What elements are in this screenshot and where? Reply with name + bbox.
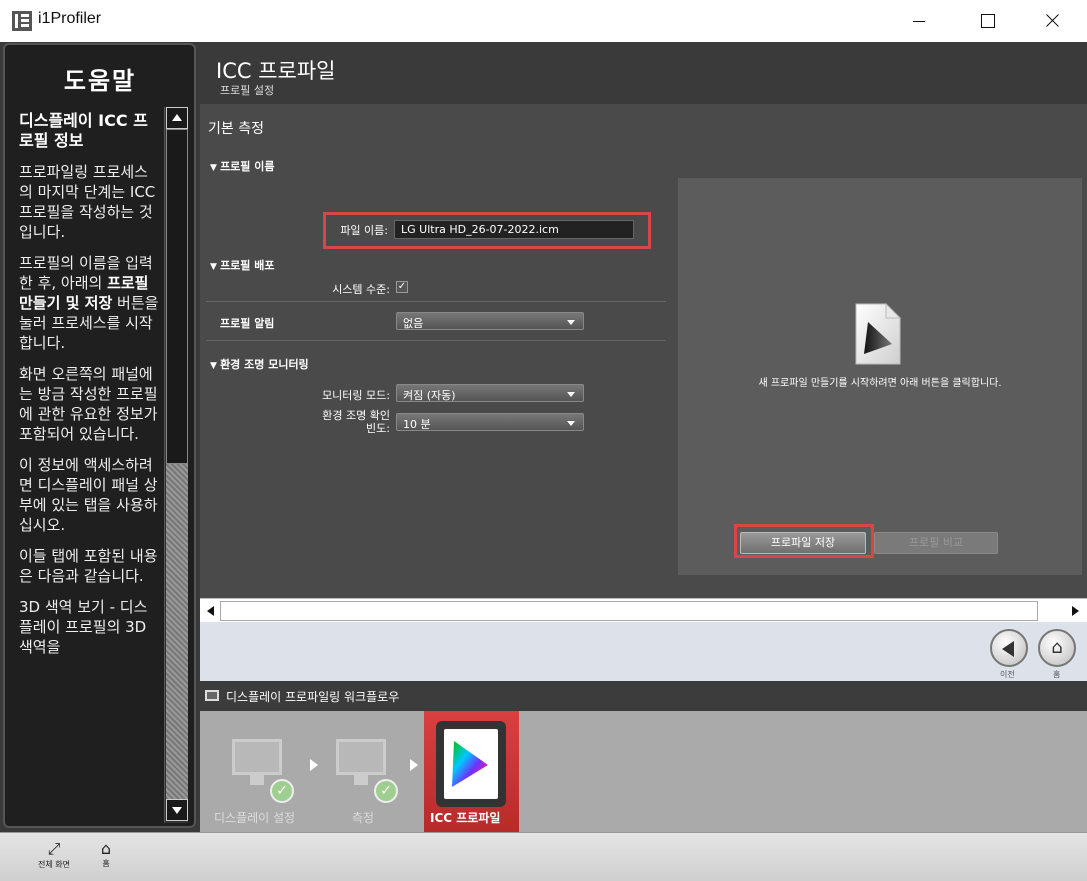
- system-level-label: 시스템 수준:: [332, 283, 390, 296]
- main-frame: 도움말 디스플레이 ICC 프로필 정보 프로파일링 프로세스의 마지막 단계는…: [0, 42, 1087, 832]
- profile-reminder-label: 프로필 알림: [220, 317, 275, 330]
- scroll-down-icon[interactable]: [166, 799, 188, 821]
- help-heading: 디스플레이 ICC 프로필 정보: [19, 111, 148, 150]
- step-label-active: ICC 프로파일: [430, 811, 501, 825]
- divider: [206, 340, 666, 341]
- home-label: 홈: [1053, 670, 1061, 679]
- home-toolbar-button[interactable]: ⌂ 홈: [86, 839, 126, 869]
- monitor-icon: [205, 690, 219, 701]
- previous-button[interactable]: [990, 629, 1028, 667]
- section-title: 기본 측정: [208, 121, 264, 137]
- check-icon: ✓: [270, 779, 294, 803]
- profile-reminder-dropdown[interactable]: 없음: [396, 312, 584, 330]
- previous-label: 이전: [1000, 670, 1015, 679]
- compare-profile-button[interactable]: 프로필 비교: [874, 532, 998, 554]
- scroll-right-icon[interactable]: [1066, 601, 1084, 621]
- settings-content: 기본 측정 프로필 이름 파일 이름: LG Ultra HD_26-07-20…: [200, 104, 1087, 598]
- home-icon: ⌂: [1051, 637, 1063, 658]
- check-icon: ✓: [374, 779, 398, 803]
- maximize-icon[interactable]: [964, 0, 1010, 42]
- monitor-mode-dropdown[interactable]: 켜짐 (자동): [396, 384, 584, 402]
- minimize-icon[interactable]: [896, 0, 942, 42]
- close-icon[interactable]: [1030, 0, 1076, 42]
- document-icon: [855, 302, 902, 365]
- file-name-input[interactable]: LG Ultra HD_26-07-2022.icm: [394, 220, 634, 239]
- workflow-header: 디스플레이 프로파일링 워크플로우: [200, 681, 1087, 711]
- icc-document-icon: [436, 721, 506, 807]
- step-label: 측정: [352, 811, 375, 825]
- fullscreen-icon: ⤢: [47, 839, 61, 858]
- help-paragraph: 프로파일링 프로세스의 마지막 단계는 ICC 프로필을 작성하는 것입니다.: [19, 163, 156, 241]
- profile-preview-panel: 새 프로파일 만들기를 시작하려면 아래 버튼을 클릭합니다. 프로파일 저장 …: [678, 178, 1082, 575]
- workflow-title: 디스플레이 프로파일링 워크플로우: [226, 690, 400, 704]
- title-bar: i1Profiler: [0, 0, 1087, 42]
- step-arrow-icon: [410, 759, 418, 771]
- help-paragraph: 이 정보에 액세스하려면 디스플레이 패널 상부에 있는 탭을 사용하십시오.: [19, 456, 158, 534]
- help-paragraph: 3D 색역 보기 - 디스플레이 프로필의 3D 색역을: [19, 598, 148, 656]
- scroll-up-icon[interactable]: [166, 107, 188, 129]
- help-scrollbar[interactable]: [164, 107, 188, 823]
- help-paragraph: 프로필의 이름을 입력한 후, 아래의 프로필 만들기 및 저장 버튼을 눌러 …: [19, 254, 159, 352]
- fullscreen-button[interactable]: ⤢ 전체 화면: [34, 839, 74, 870]
- step-measure[interactable]: ✓: [328, 735, 408, 805]
- preview-message: 새 프로파일 만들기를 시작하려면 아래 버튼을 클릭합니다.: [758, 378, 1002, 389]
- monitor-mode-label: 모니터링 모드:: [322, 389, 390, 402]
- step-label: 디스플레이 설정: [214, 811, 296, 825]
- scroll-thumb[interactable]: [220, 601, 1038, 621]
- home-icon: ⌂: [100, 839, 112, 858]
- help-text: 디스플레이 ICC 프로필 정보 프로파일링 프로세스의 마지막 단계는 ICC…: [19, 111, 161, 668]
- help-paragraph: 이들 탭에 포함된 내용은 다음과 같습니다.: [19, 547, 158, 585]
- bottom-toolbar: ⤢ 전체 화면 ⌂ 홈: [0, 832, 1087, 881]
- step-arrow-icon: [310, 759, 318, 771]
- save-profile-button[interactable]: 프로파일 저장: [740, 532, 866, 554]
- file-name-label: 파일 이름:: [340, 224, 388, 237]
- workflow-strip: ✓ ✓ 디스플레이 설정 측정 ICC 프로파일: [200, 711, 1087, 832]
- app-logo-icon: [12, 11, 32, 31]
- home-toolbar-label: 홈: [102, 859, 110, 868]
- divider: [206, 301, 666, 302]
- help-panel: 도움말 디스플레이 ICC 프로필 정보 프로파일링 프로세스의 마지막 단계는…: [3, 43, 196, 828]
- ambient-monitoring-group[interactable]: 환경 조명 모니터링: [210, 356, 309, 372]
- display-monitor-icon: [232, 739, 282, 775]
- scroll-thumb[interactable]: [166, 129, 188, 464]
- measure-monitor-icon: [336, 739, 386, 775]
- page-title: ICC 프로파일: [216, 59, 336, 83]
- horizontal-scrollbar[interactable]: [200, 598, 1087, 622]
- ambient-frequency-label: 환경 조명 확인 빈도:: [322, 409, 390, 435]
- fullscreen-label: 전체 화면: [38, 860, 70, 869]
- color-gamut-icon: [452, 741, 488, 787]
- home-button[interactable]: ⌂: [1038, 629, 1076, 667]
- app-window: i1Profiler 도움말 디스플레이 ICC 프로필 정보 프로파일링 프로…: [0, 0, 1087, 881]
- scroll-left-icon[interactable]: [202, 601, 220, 621]
- profile-name-group[interactable]: 프로필 이름: [210, 158, 274, 174]
- navigation-bar: 이전 ⌂ 홈: [200, 622, 1087, 681]
- step-display-settings[interactable]: ✓: [224, 735, 304, 805]
- ambient-frequency-dropdown[interactable]: 10 분: [396, 413, 584, 431]
- window-title: i1Profiler: [38, 10, 102, 27]
- system-level-checkbox[interactable]: ✓: [396, 281, 408, 293]
- profile-deploy-group[interactable]: 프로필 배포: [210, 257, 274, 273]
- help-paragraph: 화면 오른쪽의 패널에는 방금 작성한 프로필에 관한 유요한 정보가 포함되어…: [19, 365, 158, 443]
- page-subtitle: 프로필 설정: [220, 84, 275, 97]
- content-header: ICC 프로파일 프로필 설정: [200, 42, 1087, 104]
- help-title: 도움말: [63, 67, 137, 95]
